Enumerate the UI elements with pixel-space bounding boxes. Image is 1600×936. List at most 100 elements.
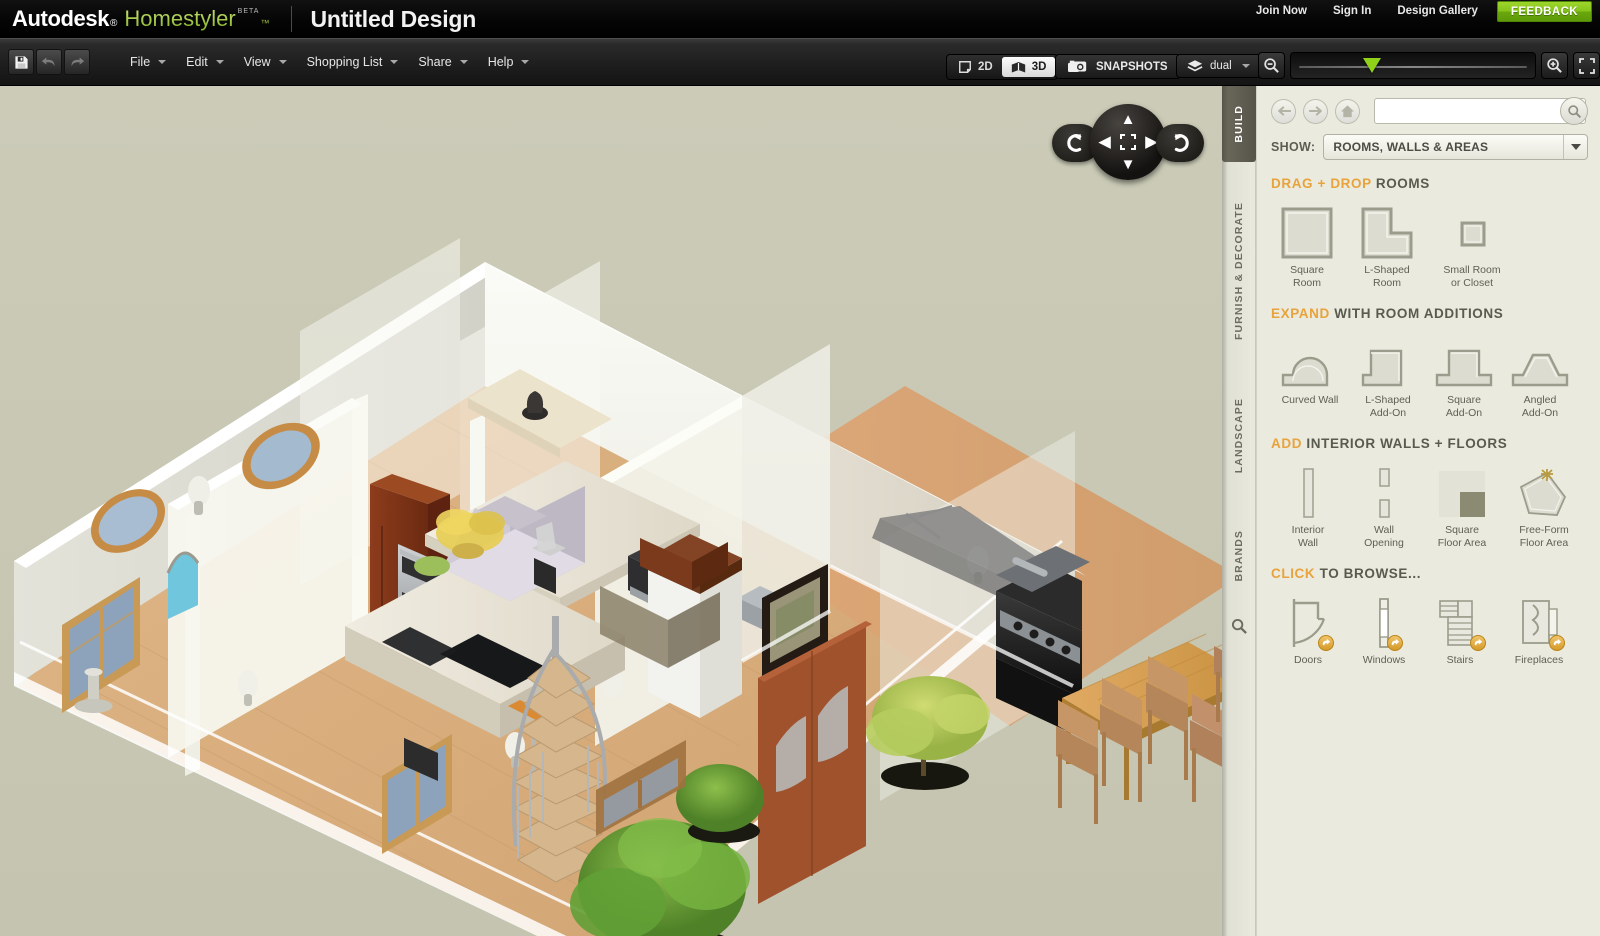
browse-arrow-icon xyxy=(1474,638,1483,646)
snapshots-button[interactable]: SNAPSHOTS xyxy=(1055,54,1181,79)
arrow-right-icon xyxy=(1308,106,1322,116)
save-button[interactable] xyxy=(8,49,34,75)
build-panel: SHOW: ROOMS, WALLS & AREAS DRAG + DROP R… xyxy=(1256,86,1600,936)
section-accent: ADD xyxy=(1271,436,1303,451)
item-caption: Wall Opening xyxy=(1364,524,1404,549)
pan-up-icon[interactable]: ▲ xyxy=(1121,112,1136,127)
section-room-additions: EXPAND WITH ROOM ADDITIONS Curved Wall L… xyxy=(1257,290,1600,420)
chevron-down-icon[interactable] xyxy=(1563,135,1587,159)
item-interior-wall[interactable]: Interior Wall xyxy=(1271,461,1345,550)
view-3d-icon xyxy=(1011,61,1026,72)
zoom-controls xyxy=(1258,52,1600,79)
item-stairs[interactable]: Stairs xyxy=(1423,591,1497,667)
zoom-out-button[interactable] xyxy=(1258,52,1285,79)
menu-edit[interactable]: Edit xyxy=(176,51,234,73)
redo-button[interactable] xyxy=(64,49,90,75)
navigation-compass[interactable]: ▲ ▼ ◀ ▶ xyxy=(1052,104,1204,182)
menu-view[interactable]: View xyxy=(234,51,297,73)
item-caption: Fireplaces xyxy=(1514,654,1564,666)
free-form-floor-area-icon xyxy=(1517,461,1571,519)
item-caption: Square Floor Area xyxy=(1437,524,1487,549)
section-accent: EXPAND xyxy=(1271,306,1330,321)
item-windows[interactable]: Windows xyxy=(1347,591,1421,667)
item-curved-wall[interactable]: Curved Wall xyxy=(1271,331,1349,420)
potted-plant xyxy=(866,676,990,790)
undo-button[interactable] xyxy=(36,49,62,75)
item-free-form-floor-area[interactable]: Free-Form Floor Area xyxy=(1503,461,1585,550)
view-mode-toggle: 2D 3D xyxy=(946,54,1059,80)
doors-icon xyxy=(1284,591,1334,651)
show-filter-row: SHOW: ROOMS, WALLS & AREAS xyxy=(1257,124,1600,160)
view-2d-button[interactable]: 2D xyxy=(949,57,1002,77)
menu-bar: File Edit View Shopping List Share Help xyxy=(120,51,539,73)
zoom-out-icon xyxy=(1264,58,1279,73)
produce xyxy=(414,556,450,576)
stairs-icon xyxy=(1436,591,1486,651)
tab-landscape[interactable]: LANDSCAPE xyxy=(1222,376,1256,496)
homestyler-logo[interactable]: Autodesk ® Homestyler BETA ™ xyxy=(0,6,269,32)
tab-furnish-decorate-label: FURNISH & DECORATE xyxy=(1233,201,1245,341)
search-input[interactable] xyxy=(1374,98,1586,124)
fullscreen-button[interactable] xyxy=(1573,52,1600,79)
redo-icon xyxy=(71,57,85,67)
pan-control[interactable]: ▲ ▼ ◀ ▶ xyxy=(1090,104,1166,180)
design-viewport[interactable] xyxy=(0,86,1222,936)
item-angled-addon[interactable]: Angled Add-On xyxy=(1503,331,1577,420)
menu-share-label: Share xyxy=(418,55,452,69)
view-3d-button[interactable]: 3D xyxy=(1001,57,1056,77)
square-room-icon xyxy=(1281,201,1333,259)
item-l-shaped-room[interactable]: L-Shaped Room xyxy=(1351,201,1423,290)
item-square-addon[interactable]: Square Add-On xyxy=(1427,331,1501,420)
zoom-in-button[interactable] xyxy=(1541,52,1568,79)
menu-shopping-list[interactable]: Shopping List xyxy=(297,51,409,73)
tab-furnish-decorate[interactable]: FURNISH & DECORATE xyxy=(1222,176,1256,366)
panel-back-button[interactable] xyxy=(1271,98,1296,124)
zoom-slider-thumb[interactable] xyxy=(1362,58,1381,73)
view-2d-label: 2D xyxy=(978,61,993,73)
item-fireplaces[interactable]: Fireplaces xyxy=(1499,591,1579,667)
item-small-room[interactable]: Small Room or Closet xyxy=(1431,201,1513,290)
item-square-room[interactable]: Square Room xyxy=(1271,201,1343,290)
item-caption: L-Shaped Room xyxy=(1364,264,1410,289)
section-accent: DRAG + DROP xyxy=(1271,176,1372,191)
zoom-in-icon xyxy=(1547,58,1562,73)
floorplan-3d-render[interactable] xyxy=(0,86,1222,936)
panel-home-button[interactable] xyxy=(1335,98,1360,124)
tab-build[interactable]: BUILD xyxy=(1222,86,1256,162)
layers-button[interactable]: dual xyxy=(1176,54,1261,78)
pan-left-icon[interactable]: ◀ xyxy=(1099,135,1111,150)
menu-share[interactable]: Share xyxy=(408,51,477,73)
pan-down-icon[interactable]: ▼ xyxy=(1121,157,1136,172)
section-interior-walls-floors: ADD INTERIOR WALLS + FLOORS Interior Wal… xyxy=(1257,420,1600,550)
design-gallery-link[interactable]: Design Gallery xyxy=(1384,0,1491,22)
show-select[interactable]: ROOMS, WALLS & AREAS xyxy=(1323,134,1588,160)
item-wall-opening[interactable]: Wall Opening xyxy=(1347,461,1421,550)
camera-icon xyxy=(1068,60,1087,72)
panel-search-icon[interactable] xyxy=(1231,618,1248,640)
item-caption: Windows xyxy=(1362,654,1406,666)
section-title: ADD INTERIOR WALLS + FLOORS xyxy=(1271,436,1586,451)
feedback-button[interactable]: FEEDBACK xyxy=(1496,0,1592,22)
section-items: Curved Wall L-Shaped Add-On Square Add-O… xyxy=(1271,331,1586,420)
rotate-left-icon xyxy=(1067,133,1082,152)
item-l-shaped-addon[interactable]: L-Shaped Add-On xyxy=(1351,331,1425,420)
panel-forward-button[interactable] xyxy=(1303,98,1328,124)
menu-help[interactable]: Help xyxy=(478,51,540,73)
logo-homestyler-text: Homestyler xyxy=(124,6,236,31)
search-submit-button[interactable] xyxy=(1560,97,1588,125)
chevron-down-icon xyxy=(158,60,167,64)
section-drag-drop-rooms: DRAG + DROP ROOMS Square Room L-Shaped R… xyxy=(1257,160,1600,290)
zoom-slider[interactable] xyxy=(1290,52,1536,79)
sign-in-link[interactable]: Sign In xyxy=(1320,0,1384,22)
item-square-floor-area[interactable]: Square Floor Area xyxy=(1423,461,1501,550)
join-now-link[interactable]: Join Now xyxy=(1243,0,1320,22)
rotate-right-button[interactable] xyxy=(1156,124,1204,162)
item-doors[interactable]: Doors xyxy=(1271,591,1345,667)
item-caption: Square Add-On xyxy=(1445,394,1483,419)
menu-file[interactable]: File xyxy=(120,51,176,73)
arrow-left-icon xyxy=(1277,106,1291,116)
recenter-icon[interactable] xyxy=(1120,134,1136,150)
section-accent: CLICK xyxy=(1271,566,1316,581)
document-title[interactable]: Untitled Design xyxy=(310,6,476,33)
tab-brands[interactable]: BRANDS xyxy=(1222,506,1256,606)
